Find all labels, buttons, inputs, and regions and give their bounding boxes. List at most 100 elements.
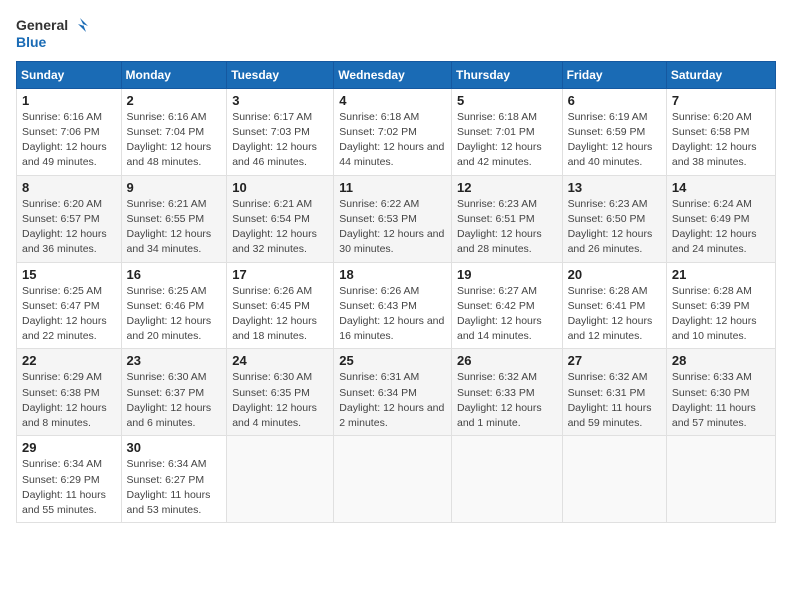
calendar-cell: 22 Sunrise: 6:29 AM Sunset: 6:38 PM Dayl… (17, 349, 122, 436)
day-number: 13 (568, 180, 661, 195)
calendar-cell: 17 Sunrise: 6:26 AM Sunset: 6:45 PM Dayl… (227, 262, 334, 349)
day-detail: Sunrise: 6:19 AM Sunset: 6:59 PM Dayligh… (568, 110, 661, 171)
day-number: 28 (672, 353, 770, 368)
calendar-cell: 1 Sunrise: 6:16 AM Sunset: 7:06 PM Dayli… (17, 88, 122, 175)
day-number: 7 (672, 93, 770, 108)
day-detail: Sunrise: 6:30 AM Sunset: 6:35 PM Dayligh… (232, 370, 328, 431)
header-day-tuesday: Tuesday (227, 61, 334, 88)
logo: General Blue (16, 16, 90, 51)
day-detail: Sunrise: 6:21 AM Sunset: 6:55 PM Dayligh… (127, 197, 222, 258)
calendar-cell: 13 Sunrise: 6:23 AM Sunset: 6:50 PM Dayl… (562, 175, 666, 262)
day-detail: Sunrise: 6:23 AM Sunset: 6:51 PM Dayligh… (457, 197, 557, 258)
day-number: 24 (232, 353, 328, 368)
day-detail: Sunrise: 6:24 AM Sunset: 6:49 PM Dayligh… (672, 197, 770, 258)
calendar-cell (227, 436, 334, 523)
calendar-table: SundayMondayTuesdayWednesdayThursdayFrid… (16, 61, 776, 523)
day-number: 5 (457, 93, 557, 108)
header-day-saturday: Saturday (666, 61, 775, 88)
calendar-cell (451, 436, 562, 523)
week-row-5: 29 Sunrise: 6:34 AM Sunset: 6:29 PM Dayl… (17, 436, 776, 523)
day-detail: Sunrise: 6:26 AM Sunset: 6:43 PM Dayligh… (339, 284, 446, 345)
day-detail: Sunrise: 6:33 AM Sunset: 6:30 PM Dayligh… (672, 370, 770, 431)
day-number: 18 (339, 267, 446, 282)
calendar-cell: 7 Sunrise: 6:20 AM Sunset: 6:58 PM Dayli… (666, 88, 775, 175)
day-detail: Sunrise: 6:17 AM Sunset: 7:03 PM Dayligh… (232, 110, 328, 171)
day-number: 10 (232, 180, 328, 195)
day-number: 20 (568, 267, 661, 282)
calendar-cell: 2 Sunrise: 6:16 AM Sunset: 7:04 PM Dayli… (121, 88, 227, 175)
calendar-cell (334, 436, 452, 523)
day-detail: Sunrise: 6:25 AM Sunset: 6:46 PM Dayligh… (127, 284, 222, 345)
header-day-monday: Monday (121, 61, 227, 88)
day-number: 25 (339, 353, 446, 368)
day-number: 14 (672, 180, 770, 195)
day-number: 23 (127, 353, 222, 368)
header-day-friday: Friday (562, 61, 666, 88)
day-number: 9 (127, 180, 222, 195)
calendar-cell: 6 Sunrise: 6:19 AM Sunset: 6:59 PM Dayli… (562, 88, 666, 175)
week-row-2: 8 Sunrise: 6:20 AM Sunset: 6:57 PM Dayli… (17, 175, 776, 262)
header-day-thursday: Thursday (451, 61, 562, 88)
day-number: 8 (22, 180, 116, 195)
logo-general: General (16, 17, 68, 34)
day-detail: Sunrise: 6:31 AM Sunset: 6:34 PM Dayligh… (339, 370, 446, 431)
day-detail: Sunrise: 6:30 AM Sunset: 6:37 PM Dayligh… (127, 370, 222, 431)
calendar-cell: 9 Sunrise: 6:21 AM Sunset: 6:55 PM Dayli… (121, 175, 227, 262)
calendar-cell (562, 436, 666, 523)
calendar-cell: 20 Sunrise: 6:28 AM Sunset: 6:41 PM Dayl… (562, 262, 666, 349)
day-number: 30 (127, 440, 222, 455)
day-number: 4 (339, 93, 446, 108)
calendar-cell (666, 436, 775, 523)
day-number: 2 (127, 93, 222, 108)
day-detail: Sunrise: 6:28 AM Sunset: 6:41 PM Dayligh… (568, 284, 661, 345)
day-detail: Sunrise: 6:34 AM Sunset: 6:29 PM Dayligh… (22, 457, 116, 518)
day-number: 11 (339, 180, 446, 195)
calendar-cell: 23 Sunrise: 6:30 AM Sunset: 6:37 PM Dayl… (121, 349, 227, 436)
calendar-cell: 14 Sunrise: 6:24 AM Sunset: 6:49 PM Dayl… (666, 175, 775, 262)
day-detail: Sunrise: 6:18 AM Sunset: 7:01 PM Dayligh… (457, 110, 557, 171)
calendar-cell: 16 Sunrise: 6:25 AM Sunset: 6:46 PM Dayl… (121, 262, 227, 349)
week-row-1: 1 Sunrise: 6:16 AM Sunset: 7:06 PM Dayli… (17, 88, 776, 175)
logo-arrow-icon (70, 16, 90, 34)
calendar-cell: 12 Sunrise: 6:23 AM Sunset: 6:51 PM Dayl… (451, 175, 562, 262)
calendar-cell: 5 Sunrise: 6:18 AM Sunset: 7:01 PM Dayli… (451, 88, 562, 175)
day-number: 22 (22, 353, 116, 368)
calendar-cell: 19 Sunrise: 6:27 AM Sunset: 6:42 PM Dayl… (451, 262, 562, 349)
day-detail: Sunrise: 6:27 AM Sunset: 6:42 PM Dayligh… (457, 284, 557, 345)
calendar-cell: 11 Sunrise: 6:22 AM Sunset: 6:53 PM Dayl… (334, 175, 452, 262)
calendar-body: 1 Sunrise: 6:16 AM Sunset: 7:06 PM Dayli… (17, 88, 776, 522)
day-number: 16 (127, 267, 222, 282)
day-number: 15 (22, 267, 116, 282)
day-detail: Sunrise: 6:23 AM Sunset: 6:50 PM Dayligh… (568, 197, 661, 258)
calendar-cell: 4 Sunrise: 6:18 AM Sunset: 7:02 PM Dayli… (334, 88, 452, 175)
day-number: 19 (457, 267, 557, 282)
week-row-3: 15 Sunrise: 6:25 AM Sunset: 6:47 PM Dayl… (17, 262, 776, 349)
day-number: 1 (22, 93, 116, 108)
day-detail: Sunrise: 6:28 AM Sunset: 6:39 PM Dayligh… (672, 284, 770, 345)
day-number: 27 (568, 353, 661, 368)
day-detail: Sunrise: 6:21 AM Sunset: 6:54 PM Dayligh… (232, 197, 328, 258)
day-detail: Sunrise: 6:26 AM Sunset: 6:45 PM Dayligh… (232, 284, 328, 345)
logo-blue: Blue (16, 34, 46, 51)
day-number: 21 (672, 267, 770, 282)
calendar-cell: 28 Sunrise: 6:33 AM Sunset: 6:30 PM Dayl… (666, 349, 775, 436)
day-detail: Sunrise: 6:32 AM Sunset: 6:33 PM Dayligh… (457, 370, 557, 431)
calendar-cell: 29 Sunrise: 6:34 AM Sunset: 6:29 PM Dayl… (17, 436, 122, 523)
calendar-cell: 8 Sunrise: 6:20 AM Sunset: 6:57 PM Dayli… (17, 175, 122, 262)
calendar-cell: 25 Sunrise: 6:31 AM Sunset: 6:34 PM Dayl… (334, 349, 452, 436)
day-detail: Sunrise: 6:20 AM Sunset: 6:57 PM Dayligh… (22, 197, 116, 258)
calendar-cell: 27 Sunrise: 6:32 AM Sunset: 6:31 PM Dayl… (562, 349, 666, 436)
day-detail: Sunrise: 6:25 AM Sunset: 6:47 PM Dayligh… (22, 284, 116, 345)
calendar-cell: 26 Sunrise: 6:32 AM Sunset: 6:33 PM Dayl… (451, 349, 562, 436)
day-detail: Sunrise: 6:18 AM Sunset: 7:02 PM Dayligh… (339, 110, 446, 171)
calendar-header: SundayMondayTuesdayWednesdayThursdayFrid… (17, 61, 776, 88)
day-number: 3 (232, 93, 328, 108)
day-detail: Sunrise: 6:22 AM Sunset: 6:53 PM Dayligh… (339, 197, 446, 258)
header-row: SundayMondayTuesdayWednesdayThursdayFrid… (17, 61, 776, 88)
day-number: 6 (568, 93, 661, 108)
calendar-cell: 24 Sunrise: 6:30 AM Sunset: 6:35 PM Dayl… (227, 349, 334, 436)
calendar-cell: 15 Sunrise: 6:25 AM Sunset: 6:47 PM Dayl… (17, 262, 122, 349)
day-number: 26 (457, 353, 557, 368)
day-detail: Sunrise: 6:32 AM Sunset: 6:31 PM Dayligh… (568, 370, 661, 431)
week-row-4: 22 Sunrise: 6:29 AM Sunset: 6:38 PM Dayl… (17, 349, 776, 436)
